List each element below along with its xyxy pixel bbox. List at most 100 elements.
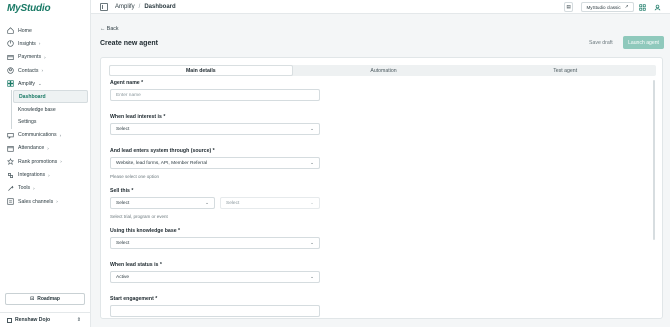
sidebar-item-label: Home	[18, 27, 32, 34]
back-label: Back	[106, 26, 119, 32]
user-avatar-icon[interactable]	[652, 2, 662, 12]
agent-name-input[interactable]: Enter name	[110, 89, 320, 101]
breadcrumb-amplify[interactable]: Amplify	[115, 4, 135, 10]
knowledge-base-value: Select	[116, 240, 130, 246]
lead-status-label: When lead status is *	[110, 262, 162, 268]
org-name: Renshaw Dojo	[15, 317, 51, 323]
agent-name-label: Agent name *	[110, 80, 144, 86]
chevron-down-icon: ⌄	[310, 160, 314, 165]
sell-this-item-select[interactable]: Select ⌄	[220, 197, 320, 209]
sidebar-item-integrations[interactable]: Integrations ›	[0, 168, 91, 181]
agent-form-card: Main details Automation Test agent Agent…	[100, 57, 663, 319]
sidebar-item-communications[interactable]: Communications ›	[0, 129, 91, 142]
tab-main-details[interactable]: Main details	[109, 65, 293, 76]
chevron-right-icon: ›	[56, 199, 58, 205]
source-label: And lead enters system through (source) …	[110, 148, 215, 154]
sidebar-item-label: Contacts	[18, 67, 39, 74]
lead-status-select[interactable]: Active ⌄	[110, 271, 320, 283]
sidebar-item-home[interactable]: Home	[0, 24, 91, 37]
sidebar-item-payments[interactable]: Payments ›	[0, 51, 91, 64]
sidebar-item-label: Integrations	[18, 172, 46, 179]
sidebar-item-label: Amplify	[18, 80, 36, 87]
chevron-right-icon: ›	[33, 185, 35, 191]
sidebar-item-tools[interactable]: Tools ›	[0, 182, 91, 195]
mystudio-classic-label: MyStudio classic	[586, 4, 621, 10]
roadmap-icon: ⊡	[30, 296, 35, 302]
save-draft-button[interactable]: Save draft	[589, 40, 613, 46]
topbar: Amplify / Dashboard ▤ MyStudio classic ↗	[91, 0, 670, 14]
home-icon	[7, 27, 14, 34]
chevron-down-icon: ⌄	[205, 200, 209, 205]
sidebar-item-insights[interactable]: Insights ›	[0, 37, 91, 50]
sidebar: MyStudio Home Insights › Payments › Cont…	[0, 0, 91, 327]
sell-this-help-text: Select trial, program or event	[110, 214, 168, 219]
mystudio-classic-button[interactable]: MyStudio classic ↗	[581, 2, 634, 12]
lead-interest-select[interactable]: Select ⌄	[110, 123, 320, 135]
sidebar-item-contacts[interactable]: Contacts ›	[0, 64, 91, 77]
apps-grid-icon[interactable]	[637, 2, 647, 12]
chevron-down-icon: ⌄	[310, 274, 314, 279]
tools-icon	[7, 185, 14, 192]
sidebar-subitem-dashboard[interactable]: Dashboard	[13, 90, 88, 104]
sidebar-item-label: Tools	[18, 185, 31, 192]
arrow-left-icon: ←	[100, 26, 106, 32]
sidebar-toggle-icon[interactable]	[100, 3, 108, 11]
chevron-down-icon: ⌄	[38, 80, 42, 86]
external-link-icon: ↗	[624, 4, 629, 9]
sidebar-item-label: Payments	[18, 54, 42, 61]
sidebar-item-amplify[interactable]: Amplify ⌄	[0, 77, 91, 90]
sidebar-nav: Home Insights › Payments › Contacts › Am…	[0, 24, 91, 208]
contacts-icon	[7, 67, 14, 74]
chevron-right-icon: ›	[47, 145, 49, 151]
chevron-down-icon: ⌄	[310, 200, 314, 205]
source-value: Website, lead forms, API, Member Referra…	[116, 160, 208, 166]
lead-interest-label: When lead interest is *	[110, 114, 166, 120]
sidebar-subitem-knowledge-base[interactable]: Knowledge base	[12, 103, 91, 116]
chevron-right-icon: ›	[41, 68, 43, 74]
sell-this-item-value: Select	[226, 200, 240, 206]
back-link[interactable]: ← Back	[100, 26, 119, 32]
integrations-icon	[7, 172, 14, 179]
roadmap-button[interactable]: ⊡ Roadmap	[5, 293, 85, 305]
breadcrumb: Amplify / Dashboard	[115, 4, 176, 10]
org-switcher[interactable]: Renshaw Dojo ⇕	[0, 312, 91, 327]
chevron-right-icon: ›	[44, 54, 46, 60]
breadcrumb-dashboard: Dashboard	[144, 3, 176, 10]
chevron-right-icon: ›	[38, 41, 41, 47]
sidebar-item-rank-promotions[interactable]: Rank promotions ›	[0, 155, 91, 168]
knowledge-base-label: Using this knowledge base *	[110, 228, 181, 234]
tab-test-agent[interactable]: Test agent	[474, 65, 656, 76]
chevron-right-icon: ›	[60, 159, 62, 165]
sales-channels-icon	[7, 198, 14, 205]
tab-bar: Main details Automation Test agent	[109, 65, 656, 76]
sidebar-item-attendance[interactable]: Attendance ›	[0, 142, 91, 155]
sell-this-type-select[interactable]: Select ⌄	[110, 197, 215, 209]
source-select[interactable]: Website, lead forms, API, Member Referra…	[110, 157, 320, 169]
sidebar-item-label: Rank promotions	[18, 158, 58, 165]
start-engagement-select[interactable]	[110, 305, 320, 317]
page-title: Create new agent	[100, 40, 158, 47]
lead-interest-value: Select	[116, 126, 130, 132]
chevron-down-icon: ⌄	[310, 240, 314, 245]
communications-icon	[7, 132, 14, 139]
sidebar-item-sales-channels[interactable]: Sales channels ›	[0, 195, 91, 208]
notes-icon[interactable]: ▤	[564, 2, 573, 12]
org-icon	[7, 317, 12, 323]
app-logo[interactable]: MyStudio	[7, 3, 51, 14]
attendance-icon	[7, 145, 14, 152]
sell-this-type-value: Select	[116, 200, 130, 206]
sell-this-label: Sell this *	[110, 188, 134, 194]
lead-status-value: Active	[116, 274, 130, 280]
tab-automation[interactable]: Automation	[293, 65, 475, 76]
sidebar-item-label: Communications	[18, 132, 57, 139]
sidebar-item-label: Sales channels	[18, 198, 54, 205]
chevron-right-icon: ›	[48, 172, 50, 178]
sidebar-item-label: Insights	[18, 40, 36, 47]
sidebar-subitem-settings[interactable]: Settings	[12, 116, 91, 129]
chevron-updown-icon: ⇕	[76, 317, 81, 323]
breadcrumb-separator: /	[138, 3, 141, 10]
launch-agent-button[interactable]: Launch agent	[623, 36, 664, 49]
knowledge-base-select[interactable]: Select ⌄	[110, 237, 320, 249]
form-scrollbar[interactable]	[653, 80, 655, 240]
chevron-down-icon: ⌄	[310, 126, 314, 131]
